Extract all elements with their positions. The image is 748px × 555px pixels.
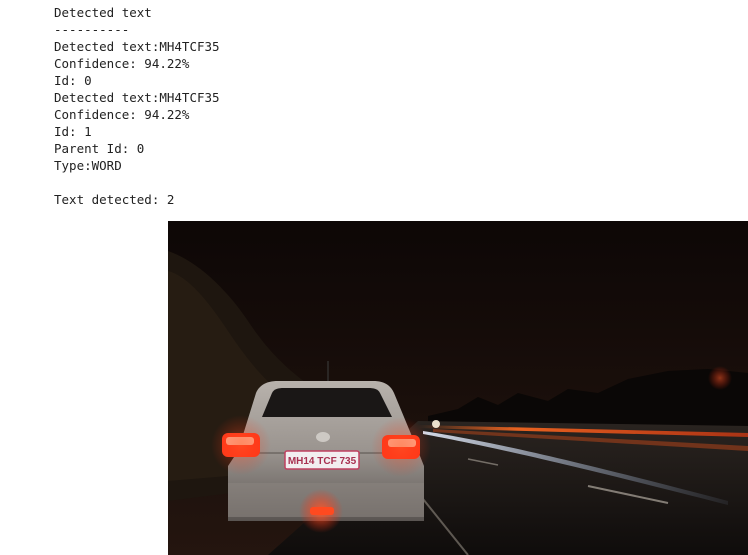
output-line: Confidence: 94.22% xyxy=(54,107,190,122)
output-line: Confidence: 94.22% xyxy=(54,56,190,71)
output-summary: Text detected: 2 xyxy=(54,192,175,207)
license-plate-text: MH14 TCF 735 xyxy=(288,456,357,467)
output-line: Detected text:MH4TCF35 xyxy=(54,39,220,54)
output-line: Parent Id: 0 xyxy=(54,141,145,156)
output-line: Type:WORD xyxy=(54,158,122,173)
output-line: Detected text xyxy=(54,5,152,20)
output-separator: ---------- xyxy=(54,22,130,37)
output-blank-line xyxy=(54,174,220,191)
output-line: Id: 0 xyxy=(54,73,92,88)
car-night-photo: MH14 TCF 735 xyxy=(168,221,748,555)
console-output: Detected text ---------- Detected text:M… xyxy=(54,4,220,208)
output-line: Id: 1 xyxy=(54,124,92,139)
output-line: Detected text:MH4TCF35 xyxy=(54,90,220,105)
rear-window xyxy=(262,388,392,417)
